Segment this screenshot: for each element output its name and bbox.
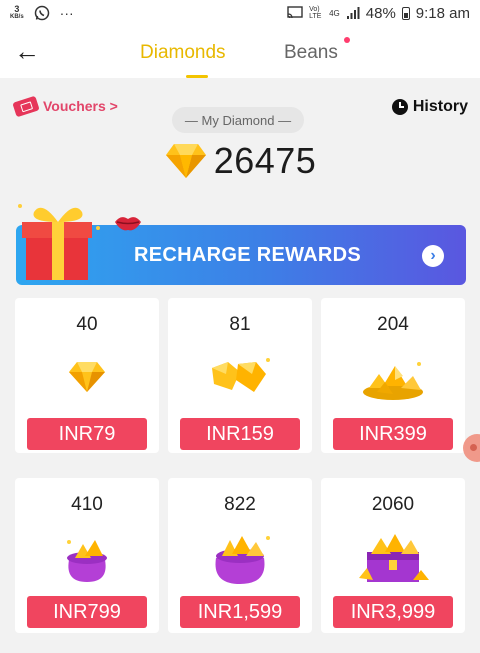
purple-bag-large-icon (215, 536, 270, 584)
network-type-label: 4G (329, 8, 340, 18)
vouchers-link[interactable]: Vouchers > (12, 95, 118, 117)
balance-value: 26475 (213, 140, 317, 181)
banner-title: RECHARGE REWARDS (134, 244, 362, 266)
status-right: Vo) LTE 4G 48% 9:18 am (287, 5, 470, 22)
diamond-balance: 26475 (0, 140, 480, 182)
package-card-204[interactable]: 204 INR399 (321, 298, 465, 453)
single-diamond-icon (69, 362, 105, 392)
price-button[interactable]: INR3,999 (333, 596, 453, 628)
cast-icon (287, 6, 303, 19)
whatsapp-icon (34, 5, 49, 21)
gift-box-icon (18, 204, 100, 280)
speed-unit: KB/s (10, 14, 24, 20)
package-card-822[interactable]: 822 INR1,599 (168, 478, 312, 633)
network-speed: 3 KB/s (10, 5, 24, 21)
price-button[interactable]: INR399 (333, 418, 453, 450)
clock-time: 9:18 am (415, 4, 470, 22)
more-notifications: ··· (59, 5, 74, 21)
package-amount: 2060 (371, 494, 415, 515)
package-amount: 410 (71, 494, 103, 515)
price-button[interactable]: INR159 (180, 418, 300, 450)
treasure-chest-icon (359, 534, 429, 582)
back-arrow-icon[interactable]: ← (14, 36, 40, 67)
price-button[interactable]: INR799 (27, 596, 147, 628)
top-header: ← Diamonds Beans (0, 28, 480, 78)
lips-icon (115, 217, 141, 231)
vouchers-label: Vouchers > (43, 98, 118, 114)
history-label: History (412, 98, 468, 115)
package-card-40[interactable]: 40 INR79 (15, 298, 159, 453)
chevron-right-icon[interactable]: › (422, 245, 444, 267)
speed-value: 3 (14, 4, 20, 14)
package-amount: 822 (224, 494, 256, 515)
two-diamonds-icon (212, 358, 270, 392)
history-link[interactable]: History (391, 98, 468, 116)
status-left: 3 KB/s ··· (10, 5, 74, 22)
beans-notification-dot (344, 37, 350, 43)
price-button[interactable]: INR1,599 (180, 596, 300, 628)
battery-icon (401, 6, 410, 20)
price-button[interactable]: INR79 (27, 418, 147, 450)
package-card-2060[interactable]: 2060 INR3,999 (321, 478, 465, 633)
diamond-icon (165, 144, 206, 178)
my-diamond-label: — My Diamond — (172, 107, 304, 133)
battery-percent: 48% (365, 4, 396, 22)
clock-icon (391, 99, 408, 115)
voucher-ticket-icon (12, 95, 40, 117)
package-card-81[interactable]: 81 INR159 (168, 298, 312, 453)
package-amount: 81 (229, 314, 251, 335)
status-bar: 3 KB/s ··· Vo) LTE 4G 48% 9:18 am (0, 0, 480, 26)
tab-beans[interactable]: Beans (284, 42, 338, 64)
tab-diamonds[interactable]: Diamonds (140, 42, 226, 64)
package-amount: 204 (377, 314, 409, 335)
package-card-410[interactable]: 410 INR799 (15, 478, 159, 633)
purple-bag-icon (67, 540, 107, 582)
volte-label: Vo) LTE (309, 6, 322, 20)
package-amount: 40 (76, 314, 98, 335)
signal-icon (346, 7, 360, 19)
diamond-pile-icon (363, 362, 423, 400)
